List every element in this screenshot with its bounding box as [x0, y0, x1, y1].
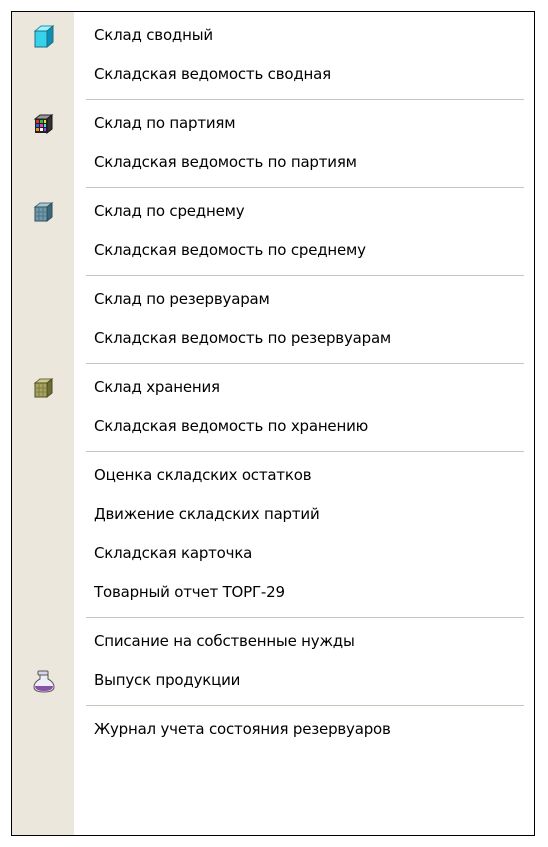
menu-item-label: Склад по среднему	[94, 202, 245, 220]
menu-item-vedomost-svodnaya[interactable]: Складская ведомость сводная	[12, 55, 534, 94]
menu-item-label: Складская ведомость по резервуарам	[94, 329, 392, 347]
menu-item-label: Склад сводный	[94, 26, 213, 44]
menu-separator	[86, 451, 524, 453]
menu-item-label: Складская ведомость по хранению	[94, 417, 369, 435]
menu-separator	[86, 617, 524, 619]
menu-separator	[86, 275, 524, 277]
context-menu: Склад сводный Складская ведомость сводна…	[11, 11, 535, 836]
menu-item-vedomost-po-rezervuaram[interactable]: Складская ведомость по резервуарам	[12, 319, 534, 358]
menu-item-label: Склад по резервуарам	[94, 290, 270, 308]
menu-separator	[86, 705, 524, 707]
menu-item-label: Складская карточка	[94, 544, 253, 562]
menu-item-label: Складская ведомость сводная	[94, 65, 331, 83]
menu-item-vedomost-po-srednemu[interactable]: Складская ведомость по среднему	[12, 231, 534, 270]
menu-item-vedomost-po-partiyam[interactable]: Складская ведомость по партиям	[12, 143, 534, 182]
menu-item-label: Движение складских партий	[94, 505, 320, 523]
menu-item-label: Склад по партиям	[94, 114, 236, 132]
olive-grid-cube-icon	[31, 375, 57, 401]
blue-grid-cube-icon	[31, 199, 57, 225]
menu-item-sklad-po-partiyam[interactable]: Склад по партиям	[12, 104, 534, 143]
flask-icon	[31, 668, 57, 694]
menu-item-vedomost-po-hraneniyu[interactable]: Складская ведомость по хранению	[12, 407, 534, 446]
menu-item-label: Товарный отчет ТОРГ-29	[94, 583, 285, 601]
menu-item-label: Складская ведомость по партиям	[94, 153, 357, 171]
menu-item-sklad-svodny[interactable]: Склад сводный	[12, 16, 534, 55]
menu-item-label: Оценка складских остатков	[94, 466, 312, 484]
menu-separator	[86, 363, 524, 365]
colorful-cube-icon	[31, 111, 57, 137]
menu-item-ocenka-ostatkov[interactable]: Оценка складских остатков	[12, 456, 534, 495]
menu-item-label: Выпуск продукции	[94, 671, 241, 689]
menu-item-sklad-po-srednemu[interactable]: Склад по среднему	[12, 192, 534, 231]
menu-item-sklad-hraneniya[interactable]: Склад хранения	[12, 368, 534, 407]
menu-item-zhurnal-rezervuarov[interactable]: Журнал учета состояния резервуаров	[12, 710, 534, 749]
cyan-cube-icon	[31, 23, 57, 49]
menu-item-label: Склад хранения	[94, 378, 220, 396]
menu-item-spisanie[interactable]: Списание на собственные нужды	[12, 622, 534, 661]
menu-item-label: Списание на собственные нужды	[94, 632, 355, 650]
menu-item-label: Складская ведомость по среднему	[94, 241, 366, 259]
menu-item-label: Журнал учета состояния резервуаров	[94, 720, 391, 738]
menu-separator	[86, 99, 524, 101]
menu-item-skladskaya-kartochka[interactable]: Складская карточка	[12, 534, 534, 573]
menu-item-vypusk-produkcii[interactable]: Выпуск продукции	[12, 661, 534, 700]
menu-item-sklad-po-rezervuaram[interactable]: Склад по резервуарам	[12, 280, 534, 319]
menu-item-dvizhenie-partiy[interactable]: Движение складских партий	[12, 495, 534, 534]
menu-separator	[86, 187, 524, 189]
menu-item-torg-29[interactable]: Товарный отчет ТОРГ-29	[12, 573, 534, 612]
